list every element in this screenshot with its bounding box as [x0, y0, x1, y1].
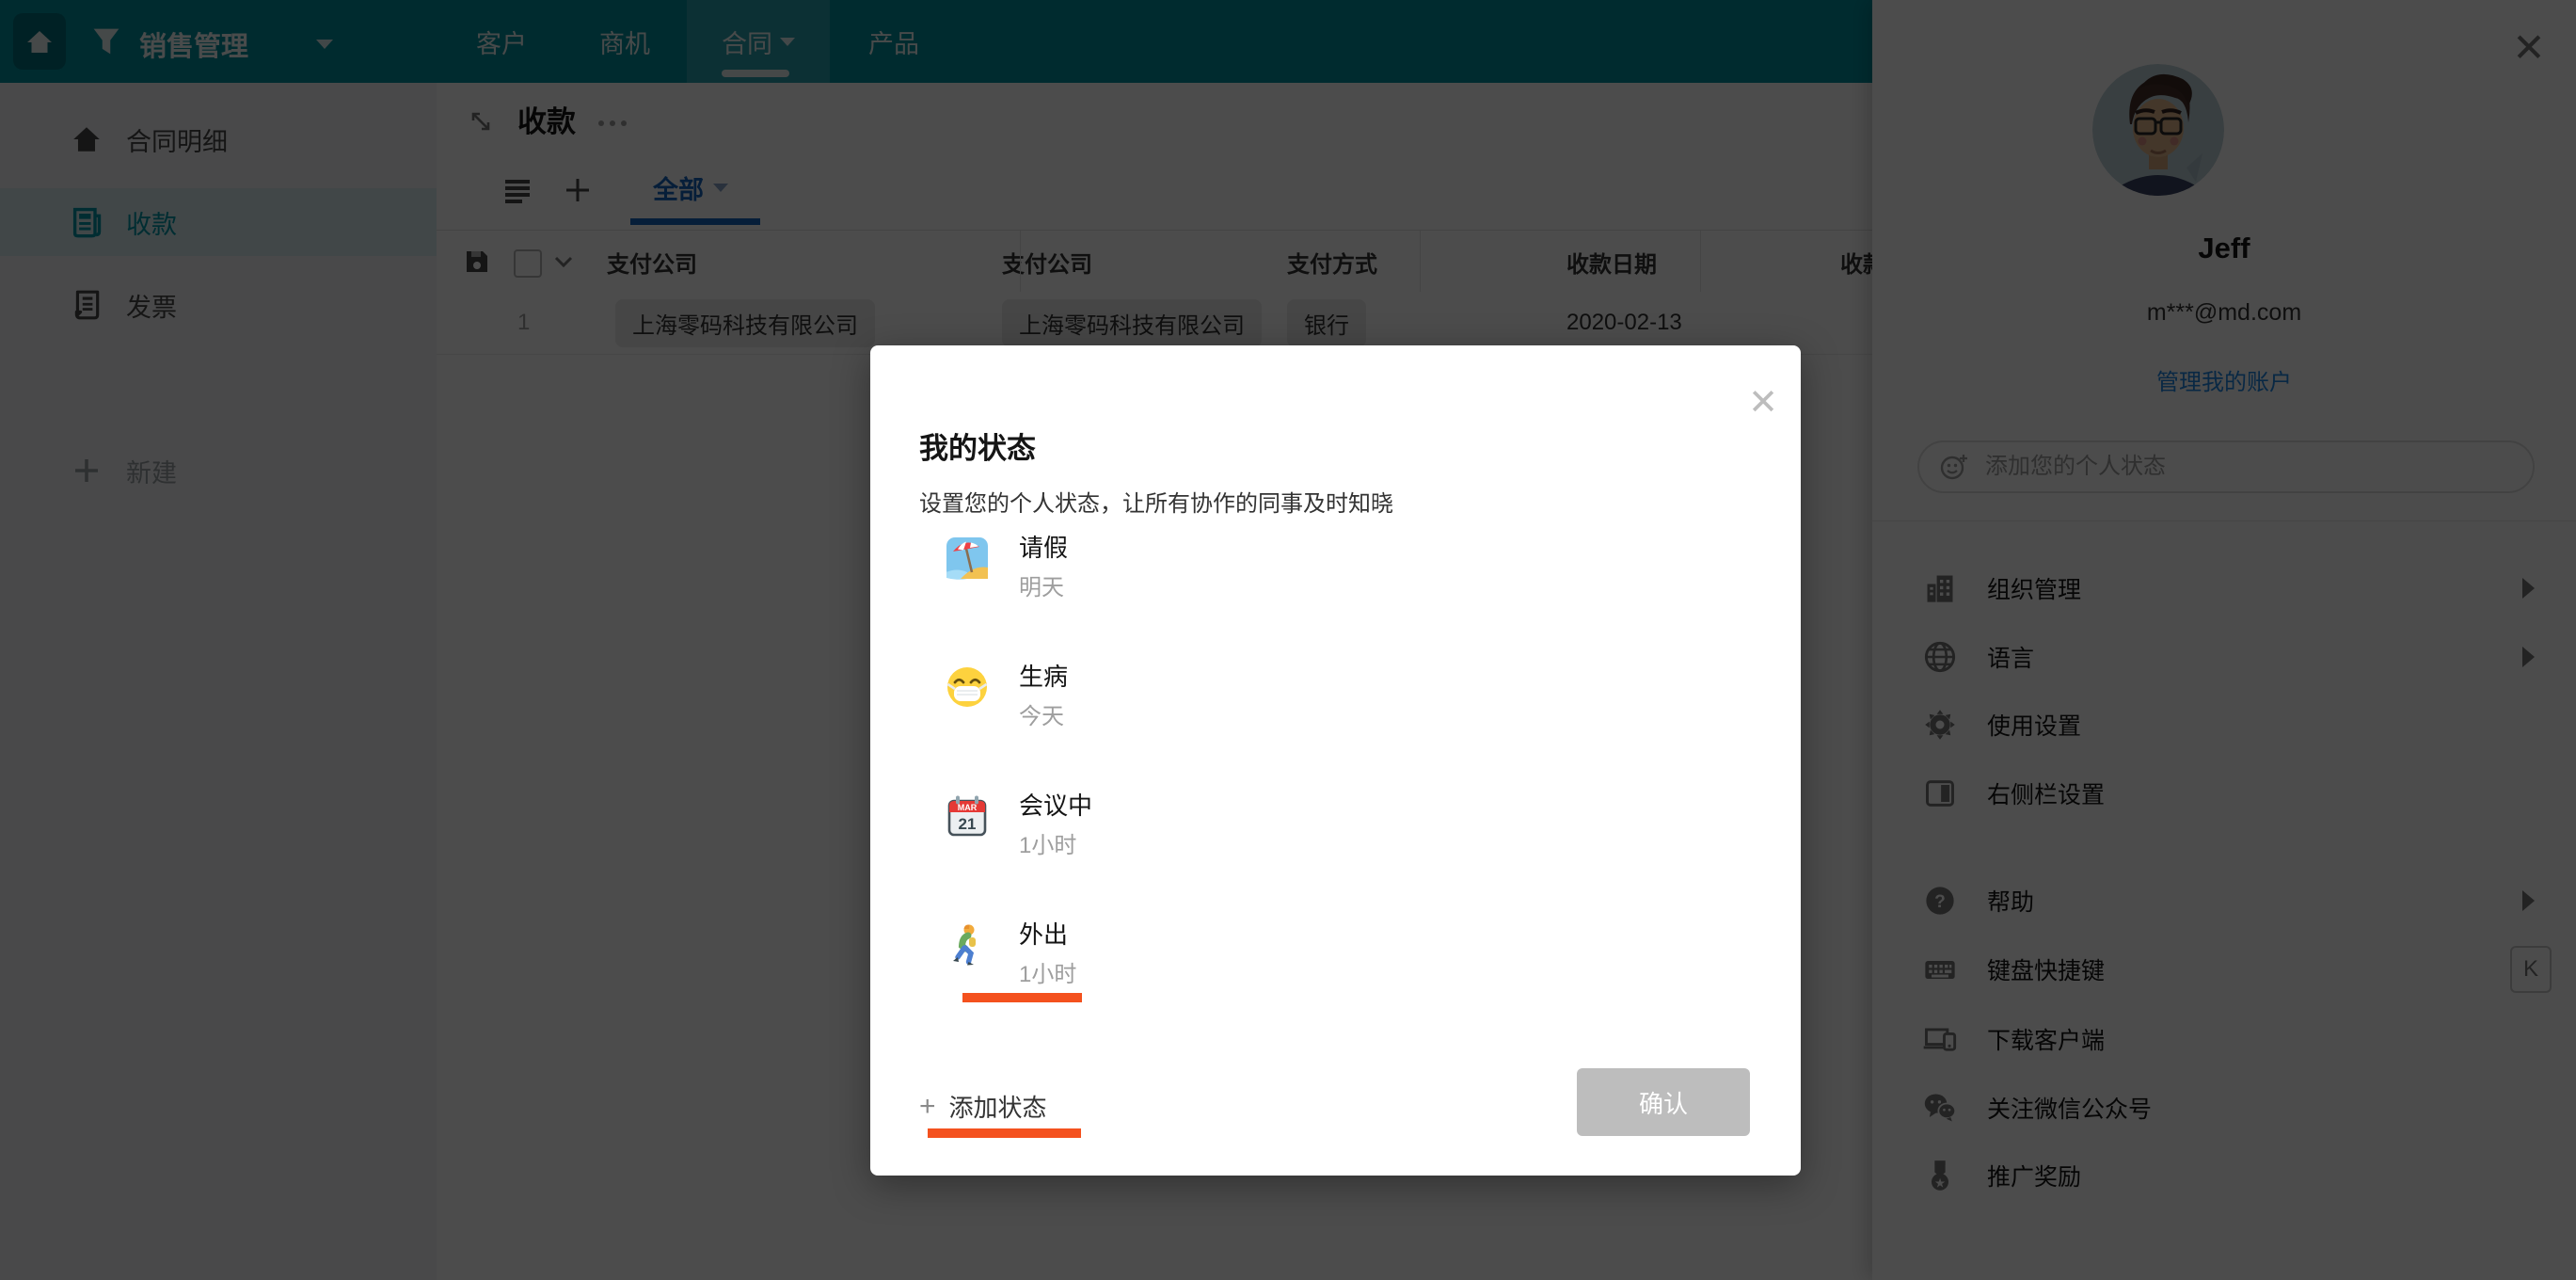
plus-icon: + — [919, 1093, 936, 1121]
medical-mask-face-emoji — [946, 665, 989, 709]
my-status-modal: ✕ 我的状态 设置您的个人状态，让所有协作的同事及时知晓 请假 明天 — [870, 345, 1801, 1176]
confirm-button[interactable]: 确认 — [1577, 1068, 1750, 1136]
pedestrian-emoji — [946, 923, 989, 967]
status-option-out[interactable]: 外出 1小时 — [870, 916, 1566, 1000]
modal-subtitle: 设置您的个人状态，让所有协作的同事及时知晓 — [919, 485, 1393, 518]
calendar-emoji: MAR 21 — [946, 794, 989, 838]
status-option-leave[interactable]: 请假 明天 — [870, 529, 1566, 614]
app-screen: 销售管理 客户 商机 合同 产品 合同明细 — [0, 0, 2576, 1280]
modal-close-icon[interactable]: ✕ — [1741, 379, 1786, 424]
svg-text:MAR: MAR — [958, 803, 978, 812]
status-option-sick[interactable]: 生病 今天 — [870, 658, 1566, 743]
status-option-meeting[interactable]: MAR 21 会议中 1小时 — [870, 787, 1566, 872]
svg-text:21: 21 — [959, 815, 977, 833]
beach-umbrella-emoji — [946, 536, 989, 580]
annotation-underline-out-duration — [962, 993, 1082, 1002]
modal-title: 我的状态 — [919, 424, 1036, 467]
annotation-underline-add-status — [928, 1128, 1081, 1138]
add-status-button[interactable]: + 添加状态 — [919, 1089, 1047, 1124]
